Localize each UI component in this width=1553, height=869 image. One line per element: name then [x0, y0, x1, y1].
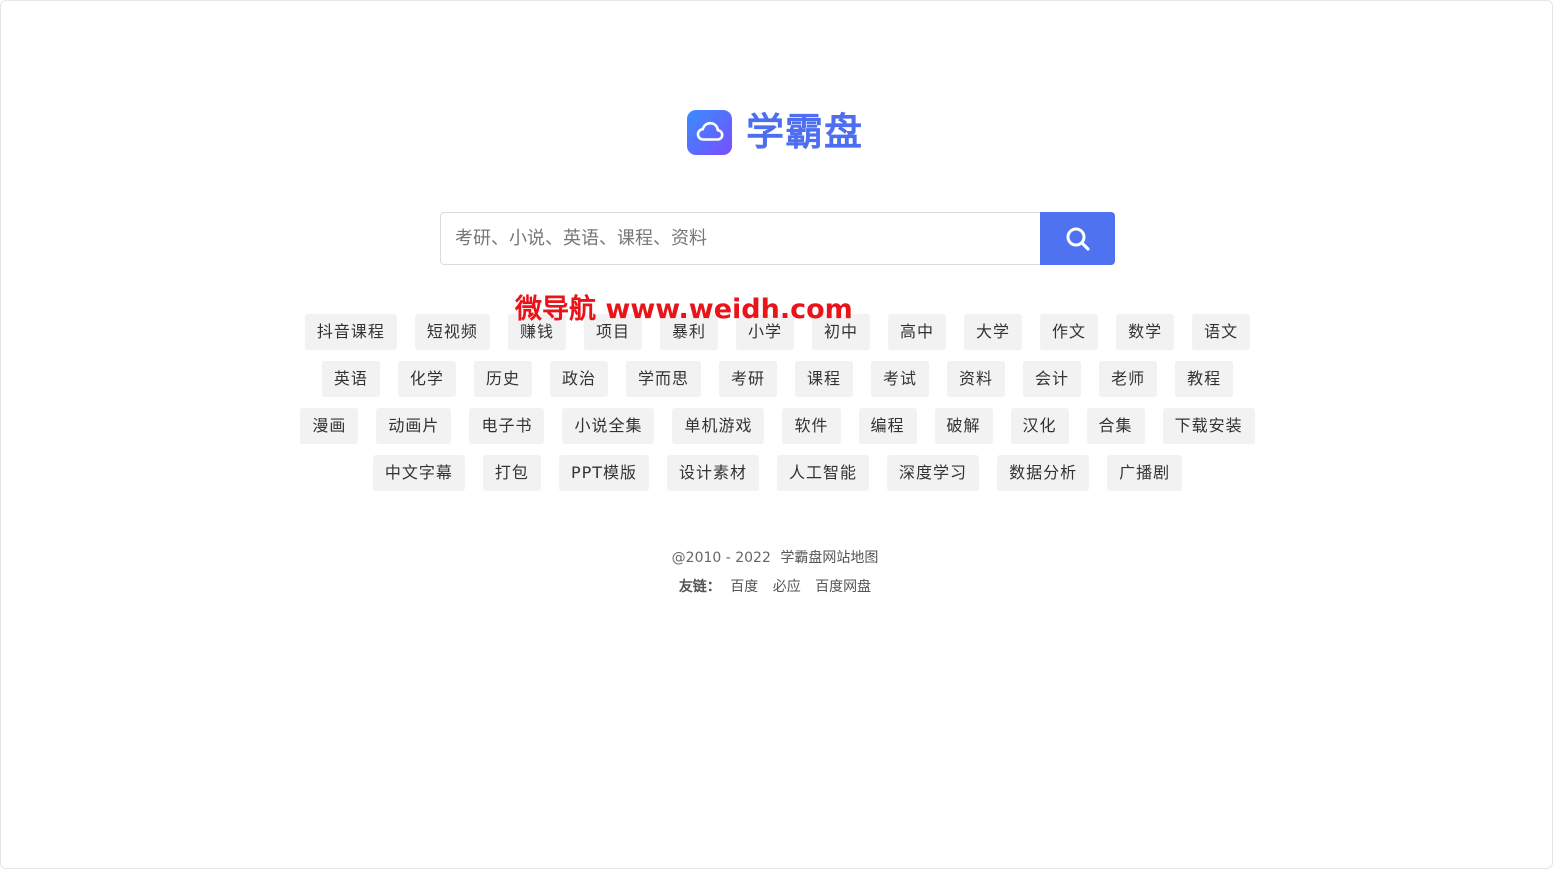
- friend-link-baidu-pan[interactable]: 百度网盘: [815, 579, 871, 595]
- tag-link[interactable]: 广播剧: [1107, 455, 1183, 491]
- tag-link[interactable]: 资料: [947, 361, 1006, 397]
- tag-link[interactable]: 人工智能: [777, 455, 870, 491]
- tag-link[interactable]: 课程: [795, 361, 854, 397]
- tag-link[interactable]: 学而思: [625, 361, 701, 397]
- tag-link[interactable]: 数据分析: [997, 455, 1090, 491]
- brand-logo[interactable]: 学霸盘: [687, 107, 863, 157]
- tag-link[interactable]: 深度学习: [887, 455, 980, 491]
- tag-row: 漫画 动画片 电子书 小说全集 单机游戏 软件 编程 破解 汉化 合集 下载安装: [1, 408, 1553, 444]
- friend-link-bing[interactable]: 必应: [773, 579, 801, 595]
- tag-link[interactable]: PPT模版: [558, 455, 650, 491]
- search-icon: [1066, 227, 1090, 251]
- tag-link[interactable]: 会计: [1023, 361, 1082, 397]
- tag-link[interactable]: 下载安装: [1162, 408, 1255, 444]
- friend-link-baidu[interactable]: 百度: [730, 579, 758, 595]
- tag-link[interactable]: 语文: [1192, 314, 1251, 350]
- search-button[interactable]: [1040, 212, 1115, 265]
- tag-link[interactable]: 英语: [321, 361, 380, 397]
- tag-link[interactable]: 中文字幕: [372, 455, 465, 491]
- tag-link[interactable]: 漫画: [300, 408, 359, 444]
- footer: @2010 - 2022 学霸盘网站地图 友链： 百度 必应 百度网盘: [1, 544, 1553, 602]
- tag-link[interactable]: 小说全集: [562, 408, 655, 444]
- tag-link[interactable]: 设计素材: [667, 455, 760, 491]
- tag-link[interactable]: 作文: [1040, 314, 1099, 350]
- brand-name: 学霸盘: [746, 110, 864, 154]
- tag-link[interactable]: 政治: [549, 361, 608, 397]
- tag-link[interactable]: 历史: [473, 361, 532, 397]
- search-bar: [440, 212, 1115, 265]
- friend-links: 友链： 百度 必应 百度网盘: [1, 573, 1553, 602]
- tag-link[interactable]: 动画片: [376, 408, 452, 444]
- tag-link[interactable]: 考试: [871, 361, 930, 397]
- tag-link[interactable]: 数学: [1116, 314, 1175, 350]
- tag-link[interactable]: 大学: [964, 314, 1023, 350]
- tag-link[interactable]: 短视频: [414, 314, 490, 350]
- tag-link[interactable]: 软件: [782, 408, 841, 444]
- search-input[interactable]: [440, 212, 1040, 265]
- page: 学霸盘 微导航 www.weidh.com 抖音课程短视频赚钱项目暴利小学初中高…: [0, 0, 1553, 869]
- tag-link[interactable]: 高中: [888, 314, 947, 350]
- tag-link[interactable]: 汉化: [1010, 408, 1069, 444]
- tag-link[interactable]: 化学: [397, 361, 456, 397]
- tag-link[interactable]: 教程: [1175, 361, 1234, 397]
- copyright-text: @2010 - 2022: [671, 550, 771, 566]
- copyright-line: @2010 - 2022 学霸盘网站地图: [1, 544, 1553, 573]
- tag-link[interactable]: 考研: [718, 361, 777, 397]
- tag-link[interactable]: 破解: [934, 408, 993, 444]
- tag-link[interactable]: 老师: [1099, 361, 1158, 397]
- watermark-text: 微导航 www.weidh.com: [515, 294, 853, 325]
- tag-row: 中文字幕 打包 PPT模版 设计素材 人工智能 深度学习 数据分析 广播剧: [1, 455, 1553, 491]
- tag-link[interactable]: 抖音课程: [304, 314, 397, 350]
- tag-row: 英语 化学 历史 政治 学而思 考研 课程 考试 资料 会计 老师 教程: [1, 361, 1553, 397]
- tag-link[interactable]: 电子书: [469, 408, 545, 444]
- sitemap-link[interactable]: 学霸盘网站地图: [780, 550, 878, 566]
- tag-link[interactable]: 编程: [858, 408, 917, 444]
- friend-links-label: 友链：: [678, 579, 721, 595]
- tag-link[interactable]: 合集: [1086, 408, 1145, 444]
- hot-tags: 抖音课程 短视频 赚钱 项目 暴利 小学 初中 高中 大学 作文 数学 语文 英语 化学 历史 政治 学而思考…: [1, 314, 1553, 502]
- tag-link[interactable]: 打包: [482, 455, 541, 491]
- tag-link[interactable]: 单机游戏: [672, 408, 765, 444]
- cloud-icon: [687, 109, 732, 155]
